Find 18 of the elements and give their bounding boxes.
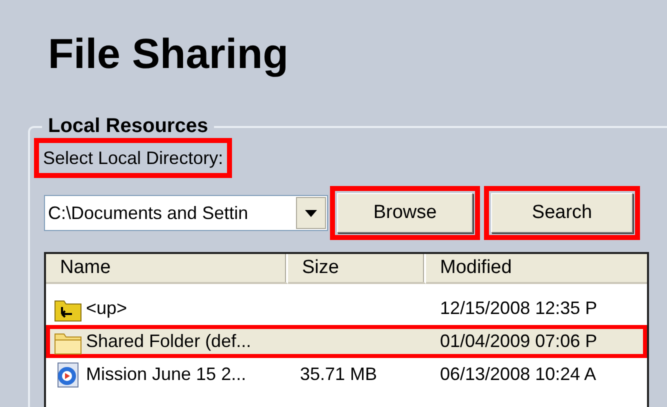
file-row[interactable]: Mission June 15 2... 35.71 MB 06/13/2008 10:24 A	[46, 358, 647, 391]
file-row[interactable]: <up> 12/15/2008 12:35 P	[46, 292, 647, 325]
file-size: 35.71 MB	[299, 364, 378, 384]
column-header[interactable]: Modified	[426, 254, 647, 284]
file-modified: 06/13/2008 10:24 A	[439, 364, 596, 384]
column-header[interactable]: Size	[288, 254, 426, 284]
file-modified: 12/15/2008 12:35 P	[439, 298, 598, 318]
browse-button[interactable]: Browse	[337, 193, 473, 233]
file-modified: 01/04/2009 07:06 P	[439, 331, 598, 351]
file-name: <up>	[86, 298, 128, 319]
column-header[interactable]: Name	[46, 254, 288, 284]
file-row[interactable]: Shared Folder (def... 01/04/2009 07:06 P	[46, 325, 647, 358]
directory-label: Select Local Directory:	[42, 147, 224, 170]
search-button[interactable]: Search	[491, 193, 633, 233]
file-name: Mission June 15 2...	[86, 364, 246, 385]
page-title: File Sharing	[48, 29, 290, 79]
directory-dropdown[interactable]: C:\Documents and Settin	[44, 195, 328, 231]
file-name: Shared Folder (def...	[86, 331, 252, 352]
